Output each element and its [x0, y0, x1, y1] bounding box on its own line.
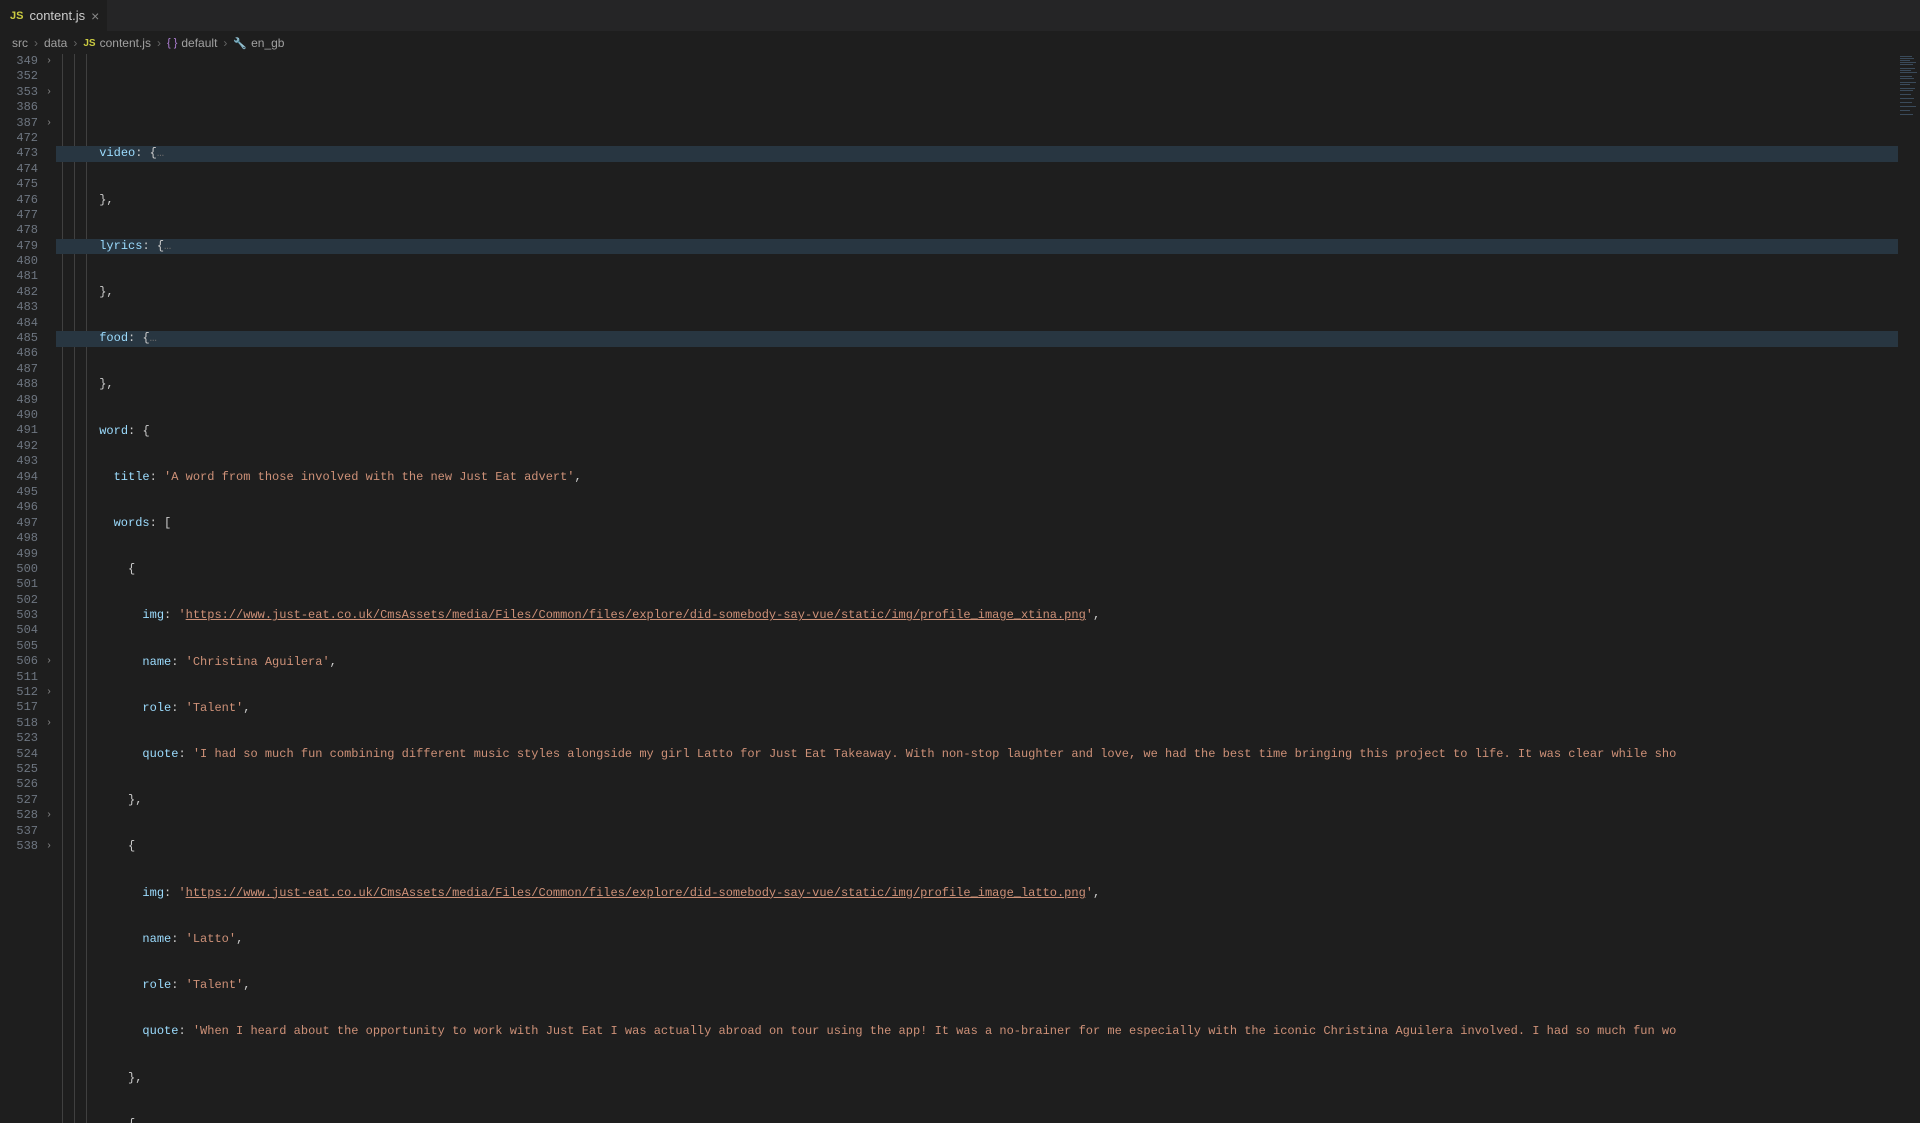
- breadcrumb-item[interactable]: src: [12, 36, 28, 50]
- tab-filename: content.js: [29, 8, 85, 23]
- tab-bar: JS content.js ×: [0, 0, 1920, 32]
- wrench-icon: 🔧: [233, 37, 247, 50]
- fold-chevron-icon[interactable]: ›: [38, 116, 52, 131]
- breadcrumb-item[interactable]: content.js: [100, 36, 151, 50]
- fold-chevron-icon[interactable]: ›: [38, 808, 52, 823]
- symbol-icon: { }: [167, 37, 177, 49]
- chevron-right-icon: ›: [157, 36, 161, 50]
- breadcrumb: src › data › JS content.js › { } default…: [0, 32, 1920, 54]
- fold-chevron-icon[interactable]: ›: [38, 716, 52, 731]
- chevron-right-icon: ›: [73, 36, 77, 50]
- js-file-icon: JS: [10, 10, 23, 22]
- fold-chevron-icon[interactable]: ›: [38, 839, 52, 854]
- minimap[interactable]: [1898, 54, 1920, 1123]
- tab-content-js[interactable]: JS content.js ×: [0, 0, 107, 32]
- fold-chevron-icon[interactable]: ›: [38, 85, 52, 100]
- fold-chevron-icon[interactable]: ›: [38, 54, 52, 69]
- line-number-gutter: 349› 352 353› 386 387› 472 473 474 475 4…: [0, 54, 56, 1123]
- chevron-right-icon: ›: [223, 36, 227, 50]
- breadcrumb-item[interactable]: data: [44, 36, 67, 50]
- breadcrumb-item[interactable]: en_gb: [251, 36, 284, 50]
- code-area[interactable]: video: {… }, lyrics: {… }, food: {… }, w…: [56, 54, 1898, 1123]
- editor: 349› 352 353› 386 387› 472 473 474 475 4…: [0, 54, 1920, 1123]
- breadcrumb-item[interactable]: default: [181, 36, 217, 50]
- fold-chevron-icon[interactable]: ›: [38, 654, 52, 669]
- js-file-icon: JS: [83, 38, 95, 49]
- chevron-right-icon: ›: [34, 36, 38, 50]
- fold-chevron-icon[interactable]: ›: [38, 685, 52, 700]
- close-icon[interactable]: ×: [91, 8, 99, 24]
